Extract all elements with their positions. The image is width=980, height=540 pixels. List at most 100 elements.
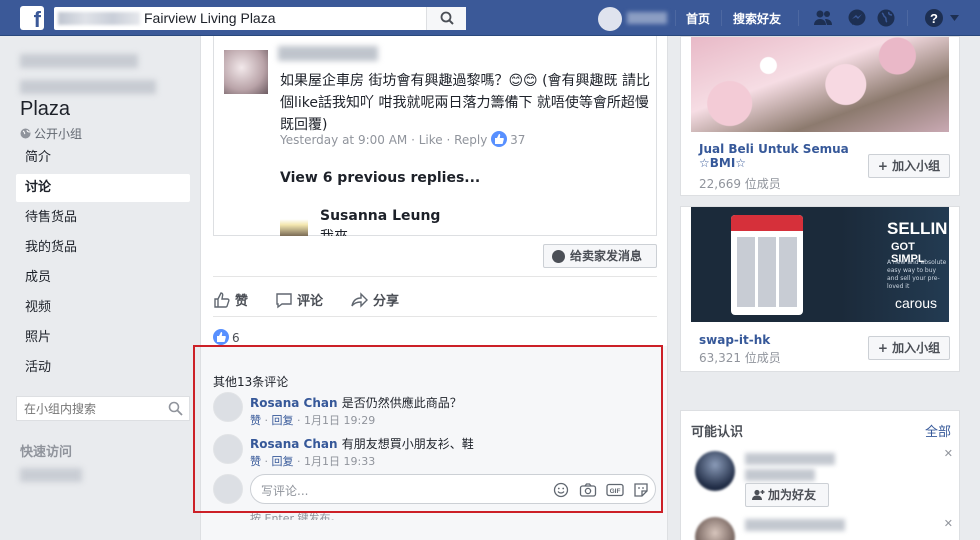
share-button[interactable]: 分享 — [351, 290, 399, 309]
share-icon — [351, 292, 368, 308]
sidebar-item-photos[interactable]: 照片 — [16, 324, 190, 352]
add-friend-label: 加为好友 — [768, 488, 817, 502]
group-cover-image-carousell[interactable]: SELLIN GOT SIMPL A new and absolute easy… — [691, 207, 949, 322]
comment-meta: Yesterday at 9:00 AM · Like · Reply 37 — [280, 131, 526, 147]
group-sidebar: Plaza 公开小组 简介 讨论 待售货品 我的货品 成员 视频 照片 活动 快… — [0, 36, 200, 540]
svg-text:?: ? — [930, 11, 938, 26]
messenger-icon — [552, 250, 565, 263]
suggested-person-avatar[interactable] — [695, 517, 735, 540]
like-reaction-icon — [213, 329, 229, 345]
thumbs-up-icon — [214, 292, 230, 308]
dismiss-suggestion-icon[interactable]: ✕ — [944, 517, 953, 530]
suggested-group-name[interactable]: Jual Beli Untuk Semua ☆BMI☆ — [699, 142, 849, 170]
account-menu-chevron-icon[interactable] — [950, 15, 959, 21]
like-label: 赞 — [235, 294, 249, 309]
comment-reply-link[interactable]: Reply — [454, 133, 487, 147]
suggested-group-members: 22,669 位成员 — [699, 177, 781, 191]
sidebar-item-discussion[interactable]: 讨论 — [16, 174, 190, 202]
comment-text: 如果屋企車房 街坊會有興趣過黎嗎？😊😊 (會有興趣既 請比個like話我知吖 咁… — [280, 73, 651, 133]
suggested-person-name-blurred[interactable] — [745, 519, 845, 531]
sale-post-comment-thread: 如果屋企車房 街坊會有興趣過黎嗎？😊😊 (會有興趣既 請比個like話我知吖 咁… — [213, 36, 657, 236]
nav-find-friends-link[interactable]: 搜索好友 — [733, 10, 781, 27]
like-button[interactable]: 赞 — [213, 290, 248, 309]
search-icon[interactable] — [168, 401, 183, 416]
notifications-globe-icon[interactable] — [876, 8, 896, 28]
commenter-avatar[interactable] — [224, 50, 268, 94]
search-blurred-text — [58, 12, 140, 25]
comment-button[interactable]: 评论 — [275, 290, 323, 309]
group-search[interactable] — [16, 396, 190, 421]
comment-label: 评论 — [297, 294, 324, 309]
reply-text: 我來 — [320, 226, 348, 236]
messenger-icon[interactable] — [847, 8, 867, 28]
add-friend-button[interactable]: 加为好友 — [745, 483, 829, 507]
add-friend-icon — [752, 489, 765, 500]
group-privacy: 公开小组 — [20, 125, 82, 142]
sidebar-item-events[interactable]: 活动 — [16, 354, 190, 382]
commenter-name-blurred[interactable] — [278, 46, 378, 61]
group-cover-image-cherry-blossom[interactable] — [691, 37, 949, 132]
see-all-link[interactable]: 全部 — [925, 421, 951, 440]
sidebar-item-members[interactable]: 成员 — [16, 264, 190, 292]
divider — [213, 316, 657, 317]
suggested-group-name[interactable]: swap-it-hk — [699, 333, 770, 347]
like-reaction-icon — [491, 131, 508, 147]
group-type-label: 公开小组 — [34, 127, 83, 141]
phone-app-header — [731, 215, 803, 231]
post-like-count: 6 — [232, 331, 240, 345]
join-group-button[interactable]: + 加入小组 — [868, 336, 950, 360]
join-group-button[interactable]: + 加入小组 — [868, 154, 950, 178]
group-name-blurred — [20, 80, 156, 94]
ad-headline: SELLIN — [887, 219, 948, 238]
facebook-logo[interactable]: f — [20, 6, 44, 30]
dismiss-suggestion-icon[interactable]: ✕ — [944, 447, 953, 460]
people-you-may-know-card: 可能认识 全部 ✕ 加为好友 ✕ — [680, 410, 960, 540]
suggested-group-card: SELLIN GOT SIMPL A new and absolute easy… — [680, 206, 960, 372]
reply-author-name[interactable]: Susanna Leung — [320, 208, 440, 224]
top-navigation-bar: f Fairview Living Plaza 首页 搜索好友 ? — [0, 0, 980, 36]
search-icon — [440, 11, 454, 25]
sidebar-item-for-sale[interactable]: 待售货品 — [16, 204, 190, 232]
help-icon[interactable]: ? — [924, 8, 944, 28]
post-reactions[interactable]: 6 — [213, 329, 240, 345]
group-search-input[interactable] — [24, 402, 164, 416]
sidebar-item-my-items[interactable]: 我的货品 — [16, 234, 190, 262]
group-name[interactable]: Plaza — [20, 98, 70, 121]
suggested-person-detail-blurred — [745, 469, 815, 481]
suggested-group-card: Jual Beli Untuk Semua ☆BMI☆ 22,669 位成员 +… — [680, 36, 960, 196]
phone-app-grid — [737, 237, 797, 307]
search-bar[interactable]: Fairview Living Plaza — [54, 7, 466, 30]
divider — [213, 276, 657, 277]
share-label: 分享 — [373, 294, 400, 309]
comment-time[interactable]: Yesterday at 9:00 AM — [280, 133, 407, 147]
group-name-blurred — [20, 54, 138, 68]
search-button[interactable] — [426, 7, 466, 30]
people-you-may-know-heading: 可能认识 — [691, 425, 744, 440]
nav-divider — [907, 10, 908, 26]
sidebar-item-about[interactable]: 简介 — [16, 144, 190, 172]
quick-access-item-blurred[interactable] — [20, 468, 82, 482]
sidebar-item-videos[interactable]: 视频 — [16, 294, 190, 322]
view-previous-replies-link[interactable]: View 6 previous replies... — [280, 170, 480, 186]
message-seller-label: 给卖家发消息 — [570, 249, 643, 263]
highlight-annotation-box — [193, 345, 663, 513]
phone-mockup-image — [731, 215, 803, 315]
comment-icon — [276, 293, 292, 309]
globe-icon — [20, 128, 31, 139]
user-name-blurred[interactable] — [627, 12, 667, 24]
nav-home-link[interactable]: 首页 — [686, 10, 710, 27]
nav-divider — [675, 10, 676, 26]
reply-author-avatar[interactable] — [280, 208, 308, 236]
suggested-person-name-blurred[interactable] — [745, 453, 835, 465]
suggested-person-avatar[interactable] — [695, 451, 735, 491]
comment-like-link[interactable]: Like — [419, 133, 443, 147]
search-input[interactable]: Fairview Living Plaza — [144, 10, 276, 26]
ad-body-text: A new and absolute easy way to buy and s… — [887, 259, 947, 290]
suggested-group-members: 63,321 位成员 — [699, 351, 781, 365]
comment-like-count[interactable]: 37 — [510, 133, 525, 147]
quick-access-heading: 快速访问 — [20, 445, 73, 460]
nav-divider — [721, 10, 722, 26]
friend-requests-icon[interactable] — [813, 8, 833, 28]
message-seller-button[interactable]: 给卖家发消息 — [543, 244, 657, 268]
user-avatar[interactable] — [598, 7, 622, 31]
